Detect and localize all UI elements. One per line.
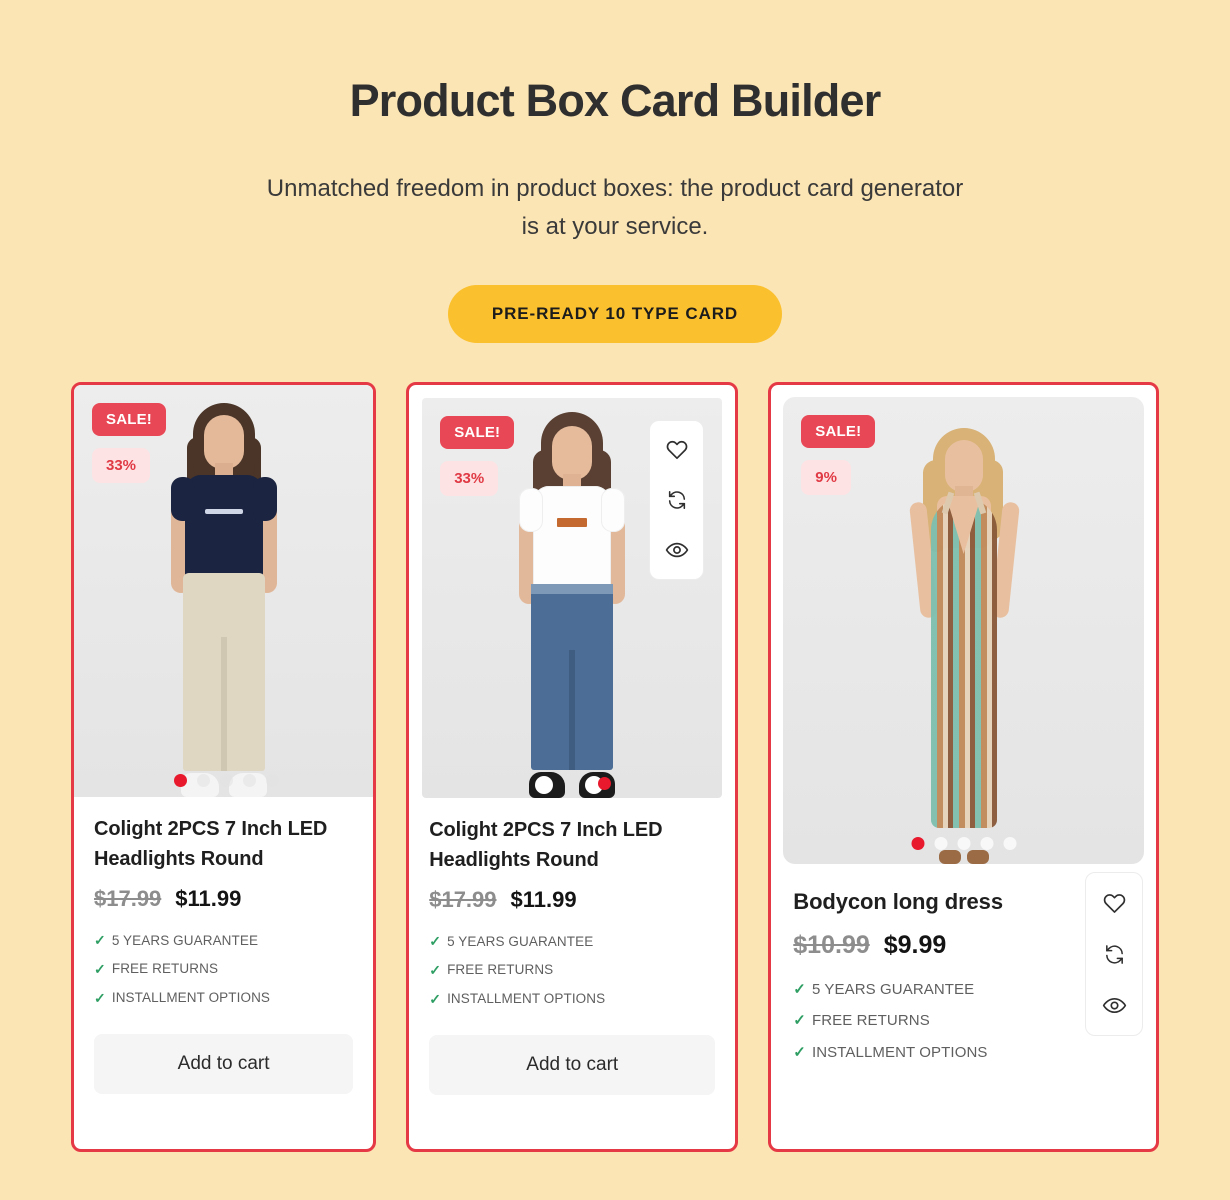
carousel-dot[interactable]: [220, 774, 233, 787]
cta-wrapper: PRE-READY 10 TYPE CARD: [0, 285, 1230, 344]
check-icon: ✓: [94, 960, 106, 977]
feature-label: 5 YEARS GUARANTEE: [447, 933, 594, 949]
price-row: $17.99 $11.99: [429, 887, 715, 913]
feature-label: 5 YEARS GUARANTEE: [811, 980, 975, 998]
product-image-area[interactable]: SALE! 33%: [422, 398, 723, 798]
check-icon: ✓: [94, 989, 106, 1006]
product-cards-row: SALE! 33% Colight 2PCS 7 Inch LED Headli…: [0, 382, 1230, 1152]
carousel-dot[interactable]: [911, 837, 925, 850]
feature-label: INSTALLMENT OPTIONS: [111, 990, 271, 1006]
feature-label: 5 YEARS GUARANTEE: [111, 932, 259, 948]
feature-item: ✓ FREE RETURNS: [94, 955, 353, 984]
sale-badge: SALE!: [92, 403, 166, 436]
check-icon: ✓: [793, 1044, 806, 1062]
product-card[interactable]: SALE! 33% Colight 2PCS 7 Inch LED Headli…: [71, 382, 377, 1152]
sale-badge: SALE!: [440, 416, 515, 449]
page-header: Product Box Card Builder Unmatched freed…: [0, 0, 1230, 344]
wishlist-heart-icon[interactable]: [1097, 886, 1131, 920]
check-icon: ✓: [793, 980, 806, 998]
add-to-cart-button[interactable]: Add to cart: [429, 1035, 716, 1096]
feature-label: FREE RETURNS: [811, 1012, 930, 1030]
discount-badge: 9%: [801, 460, 851, 495]
image-carousel-dots[interactable]: [598, 777, 612, 790]
product-title: Colight 2PCS 7 Inch LED Headlights Round: [429, 819, 663, 871]
quick-view-eye-icon[interactable]: [660, 533, 694, 567]
new-price: $11.99: [510, 887, 577, 913]
compare-refresh-icon[interactable]: [1097, 937, 1131, 971]
check-icon: ✓: [429, 961, 442, 978]
feature-item: ✓ INSTALLMENT OPTIONS: [793, 1037, 1134, 1069]
feature-item: ✓ 5 YEARS GUARANTEE: [793, 974, 1134, 1006]
product-title: Bodycon long dress: [793, 889, 1003, 914]
product-card[interactable]: SALE! 33% Colight 2PCS 7 Inch LED Headli…: [406, 382, 739, 1152]
image-carousel-dots[interactable]: [174, 774, 279, 787]
feature-list: ✓ 5 YEARS GUARANTEE ✓ FREE RETURNS ✓ INS…: [429, 927, 715, 1013]
product-image-area[interactable]: SALE! 9%: [783, 397, 1144, 864]
carousel-dot[interactable]: [1003, 837, 1017, 850]
page-title: Product Box Card Builder: [349, 75, 882, 126]
pre-ready-card-button[interactable]: PRE-READY 10 TYPE CARD: [447, 285, 783, 344]
badge-group: SALE! 33%: [422, 398, 532, 514]
product-action-panel: [649, 420, 705, 580]
page-subtitle: Unmatched freedom in product boxes: the …: [266, 174, 964, 241]
discount-badge: 33%: [92, 448, 151, 483]
feature-item: ✓ INSTALLMENT OPTIONS: [94, 984, 353, 1013]
feature-label: FREE RETURNS: [447, 962, 554, 978]
product-card[interactable]: SALE! 9% Bodycon long dress $10.99 $9.99…: [768, 382, 1159, 1152]
wishlist-heart-icon[interactable]: [660, 433, 694, 467]
check-icon: ✓: [793, 1012, 806, 1030]
check-icon: ✓: [429, 933, 442, 950]
check-icon: ✓: [429, 990, 442, 1007]
add-to-cart-button[interactable]: Add to cart: [94, 1034, 354, 1095]
feature-item: ✓ FREE RETURNS: [429, 956, 715, 985]
carousel-dot[interactable]: [197, 774, 210, 787]
carousel-dot[interactable]: [174, 774, 187, 787]
card-body: Colight 2PCS 7 Inch LED Headlights Round…: [74, 797, 373, 1095]
new-price: $9.99: [883, 930, 947, 959]
carousel-dot[interactable]: [980, 837, 994, 850]
feature-label: INSTALLMENT OPTIONS: [811, 1044, 988, 1062]
old-price: $17.99: [429, 887, 497, 913]
card-body: Bodycon long dress $10.99 $9.99 ✓ 5 YEAR…: [771, 864, 1156, 1069]
carousel-dot[interactable]: [957, 837, 971, 850]
product-image-area[interactable]: SALE! 33%: [74, 385, 374, 797]
feature-label: INSTALLMENT OPTIONS: [447, 991, 606, 1007]
discount-badge: 33%: [440, 461, 499, 496]
feature-item: ✓ FREE RETURNS: [793, 1005, 1134, 1037]
price-row: $17.99 $11.99: [94, 886, 353, 912]
feature-item: ✓ INSTALLMENT OPTIONS: [429, 985, 715, 1014]
carousel-dot[interactable]: [243, 774, 256, 787]
price-row: $10.99 $9.99: [793, 931, 1134, 960]
feature-label: FREE RETURNS: [111, 961, 219, 977]
old-price: $17.99: [94, 886, 162, 912]
badge-group: SALE! 9%: [783, 397, 893, 513]
old-price: $10.99: [793, 930, 870, 959]
quick-view-eye-icon[interactable]: [1097, 988, 1131, 1022]
product-action-panel: [1085, 872, 1143, 1036]
product-title: Colight 2PCS 7 Inch LED Headlights Round: [94, 818, 328, 870]
carousel-dot[interactable]: [934, 837, 948, 850]
card-body: Colight 2PCS 7 Inch LED Headlights Round…: [409, 798, 735, 1096]
feature-item: ✓ 5 YEARS GUARANTEE: [94, 926, 353, 955]
badge-group: SALE! 33%: [74, 385, 184, 501]
new-price: $11.99: [175, 886, 242, 912]
model-illustration: [889, 424, 1039, 864]
page-root: Product Box Card Builder Unmatched freed…: [0, 0, 1230, 1200]
carousel-dot[interactable]: [598, 777, 612, 790]
compare-refresh-icon[interactable]: [660, 483, 694, 517]
sale-badge: SALE!: [801, 415, 876, 448]
image-carousel-dots[interactable]: [911, 837, 1017, 850]
carousel-dot[interactable]: [266, 774, 279, 787]
check-icon: ✓: [94, 932, 106, 949]
feature-item: ✓ 5 YEARS GUARANTEE: [429, 927, 715, 956]
feature-list: ✓ 5 YEARS GUARANTEE ✓ FREE RETURNS ✓ INS…: [94, 926, 353, 1012]
feature-list: ✓ 5 YEARS GUARANTEE ✓ FREE RETURNS ✓ INS…: [793, 974, 1134, 1069]
